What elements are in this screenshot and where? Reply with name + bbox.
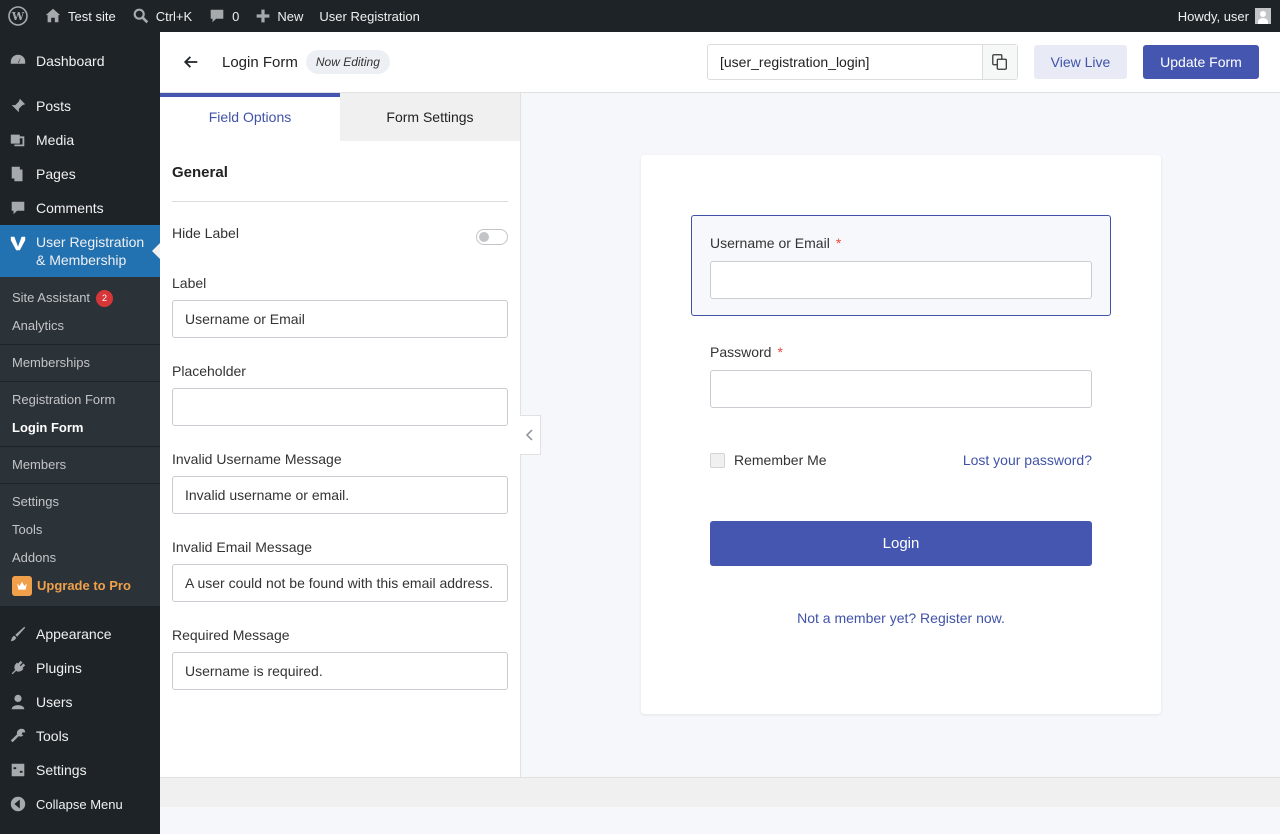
comments-icon [8, 198, 28, 218]
menu-appearance[interactable]: Appearance [0, 617, 160, 651]
wordpress-logo-icon[interactable]: W [0, 0, 36, 32]
pin-icon [8, 96, 28, 116]
comments-link[interactable]: 0 [200, 0, 247, 32]
crown-icon [12, 576, 32, 596]
sub-settings[interactable]: Settings [0, 488, 160, 516]
home-icon [45, 8, 61, 23]
menu-media[interactable]: Media [0, 123, 160, 157]
command-search[interactable]: Ctrl+K [124, 0, 200, 32]
password-input[interactable] [710, 370, 1092, 408]
sub-addons[interactable]: Addons [0, 544, 160, 572]
hide-label-row: Hide Label [172, 225, 508, 245]
sub-analytics[interactable]: Analytics [0, 312, 160, 340]
avatar [1255, 8, 1271, 24]
sub-members[interactable]: Members [0, 451, 160, 479]
menu-settings[interactable]: Settings [0, 753, 160, 787]
divider [0, 446, 160, 447]
invalid-username-option: Invalid Username Message Invalid usernam… [172, 451, 508, 514]
my-account[interactable]: Howdy, user [1178, 8, 1280, 24]
sub-tools[interactable]: Tools [0, 516, 160, 544]
sub-login-form[interactable]: Login Form [0, 414, 160, 442]
section-general-title: General [172, 164, 508, 202]
sub-registration-form[interactable]: Registration Form [0, 386, 160, 414]
field-options-panel: Field Options Form Settings General Hide… [160, 93, 521, 777]
status-badge: Now Editing [305, 50, 390, 74]
admin-bar: W Test site Ctrl+K 0 New User Registrati… [0, 0, 1280, 32]
collapse-panel-button[interactable] [520, 415, 541, 455]
placeholder-input[interactable] [172, 388, 508, 426]
lost-password-link[interactable]: Lost your password? [963, 452, 1092, 468]
form-preview: Username or Email * Password * Remember Me… [641, 155, 1161, 714]
placeholder-option: Placeholder [172, 363, 508, 426]
plus-icon [257, 9, 270, 23]
pages-icon [8, 164, 28, 184]
divider [0, 381, 160, 382]
label-input[interactable]: Username or Email [172, 300, 508, 338]
admin-sidebar: Dashboard Posts Media Pages Comments Use… [0, 32, 160, 834]
required-marker: * [835, 235, 842, 251]
site-name: Test site [68, 8, 116, 24]
users-icon [8, 692, 28, 712]
menu-pages[interactable]: Pages [0, 157, 160, 191]
sub-site-assistant[interactable]: Site Assistant 2 [0, 284, 160, 312]
new-content-link[interactable]: New [247, 0, 311, 32]
remember-me-checkbox[interactable] [710, 452, 725, 468]
required-marker: * [777, 344, 783, 360]
required-message-input[interactable]: Username is required. [172, 652, 508, 690]
copy-icon[interactable] [982, 45, 1017, 79]
notification-badge: 2 [96, 289, 114, 307]
required-message-option: Required Message Username is required. [172, 627, 508, 690]
hide-label-toggle[interactable] [476, 229, 508, 245]
menu-posts[interactable]: Posts [0, 89, 160, 123]
divider [0, 483, 160, 484]
howdy-text: Howdy, user [1177, 8, 1249, 24]
user-registration-link[interactable]: User Registration [311, 0, 427, 32]
register-link[interactable]: Not a member yet? Register now. [641, 610, 1161, 626]
form-title: Login Form [222, 53, 298, 71]
settings-sliders-icon [8, 760, 28, 780]
invalid-username-input[interactable]: Invalid username or email. [172, 476, 508, 514]
media-icon [8, 130, 28, 150]
tab-form-settings[interactable]: Form Settings [340, 93, 520, 141]
collapse-menu-button[interactable]: Collapse Menu [0, 787, 160, 821]
menu-dashboard[interactable]: Dashboard [0, 44, 160, 78]
builder-header: Login Form Now Editing [user_registratio… [160, 32, 1280, 93]
collapse-arrow-icon [8, 794, 28, 814]
remember-me[interactable]: Remember Me [710, 452, 827, 468]
invalid-email-input[interactable]: A user could not be found with this emai… [172, 564, 508, 602]
invalid-email-option: Invalid Email Message A user could not b… [172, 539, 508, 602]
update-form-button[interactable]: Update Form [1143, 45, 1259, 79]
menu-comments[interactable]: Comments [0, 191, 160, 225]
user-registration-submenu: Site Assistant 2 Analytics Memberships Re… [0, 277, 160, 606]
chevron-left-icon [525, 429, 533, 441]
svg-text:W: W [11, 10, 25, 23]
shortcode-field[interactable]: [user_registration_login] [707, 44, 1018, 80]
panel-tabs: Field Options Form Settings [160, 93, 520, 141]
wrench-icon [8, 726, 28, 746]
sub-upgrade-to-pro[interactable]: Upgrade to Pro [0, 572, 160, 600]
view-live-button[interactable]: View Live [1034, 45, 1127, 79]
footer-bar [160, 777, 1280, 807]
menu-plugins[interactable]: Plugins [0, 651, 160, 685]
dashboard-icon [8, 51, 28, 71]
shortcode-text[interactable]: [user_registration_login] [708, 45, 982, 79]
user-registration-icon [8, 233, 28, 253]
search-icon [133, 8, 148, 24]
sub-memberships[interactable]: Memberships [0, 349, 160, 377]
label-option: Label Username or Email [172, 275, 508, 338]
menu-users[interactable]: Users [0, 685, 160, 719]
username-label: Username or Email * [710, 235, 842, 251]
tab-field-options[interactable]: Field Options [160, 93, 340, 141]
divider [0, 344, 160, 345]
username-input[interactable] [710, 261, 1092, 299]
plugin-icon [8, 658, 28, 678]
menu-tools[interactable]: Tools [0, 719, 160, 753]
comment-icon [210, 9, 224, 23]
password-label: Password * [710, 344, 783, 360]
paintbrush-icon [8, 624, 28, 644]
login-button[interactable]: Login [710, 521, 1092, 566]
site-name-link[interactable]: Test site [36, 0, 124, 32]
menu-user-registration[interactable]: User Registration & Membership [0, 225, 160, 277]
back-arrow-icon[interactable] [179, 50, 203, 74]
